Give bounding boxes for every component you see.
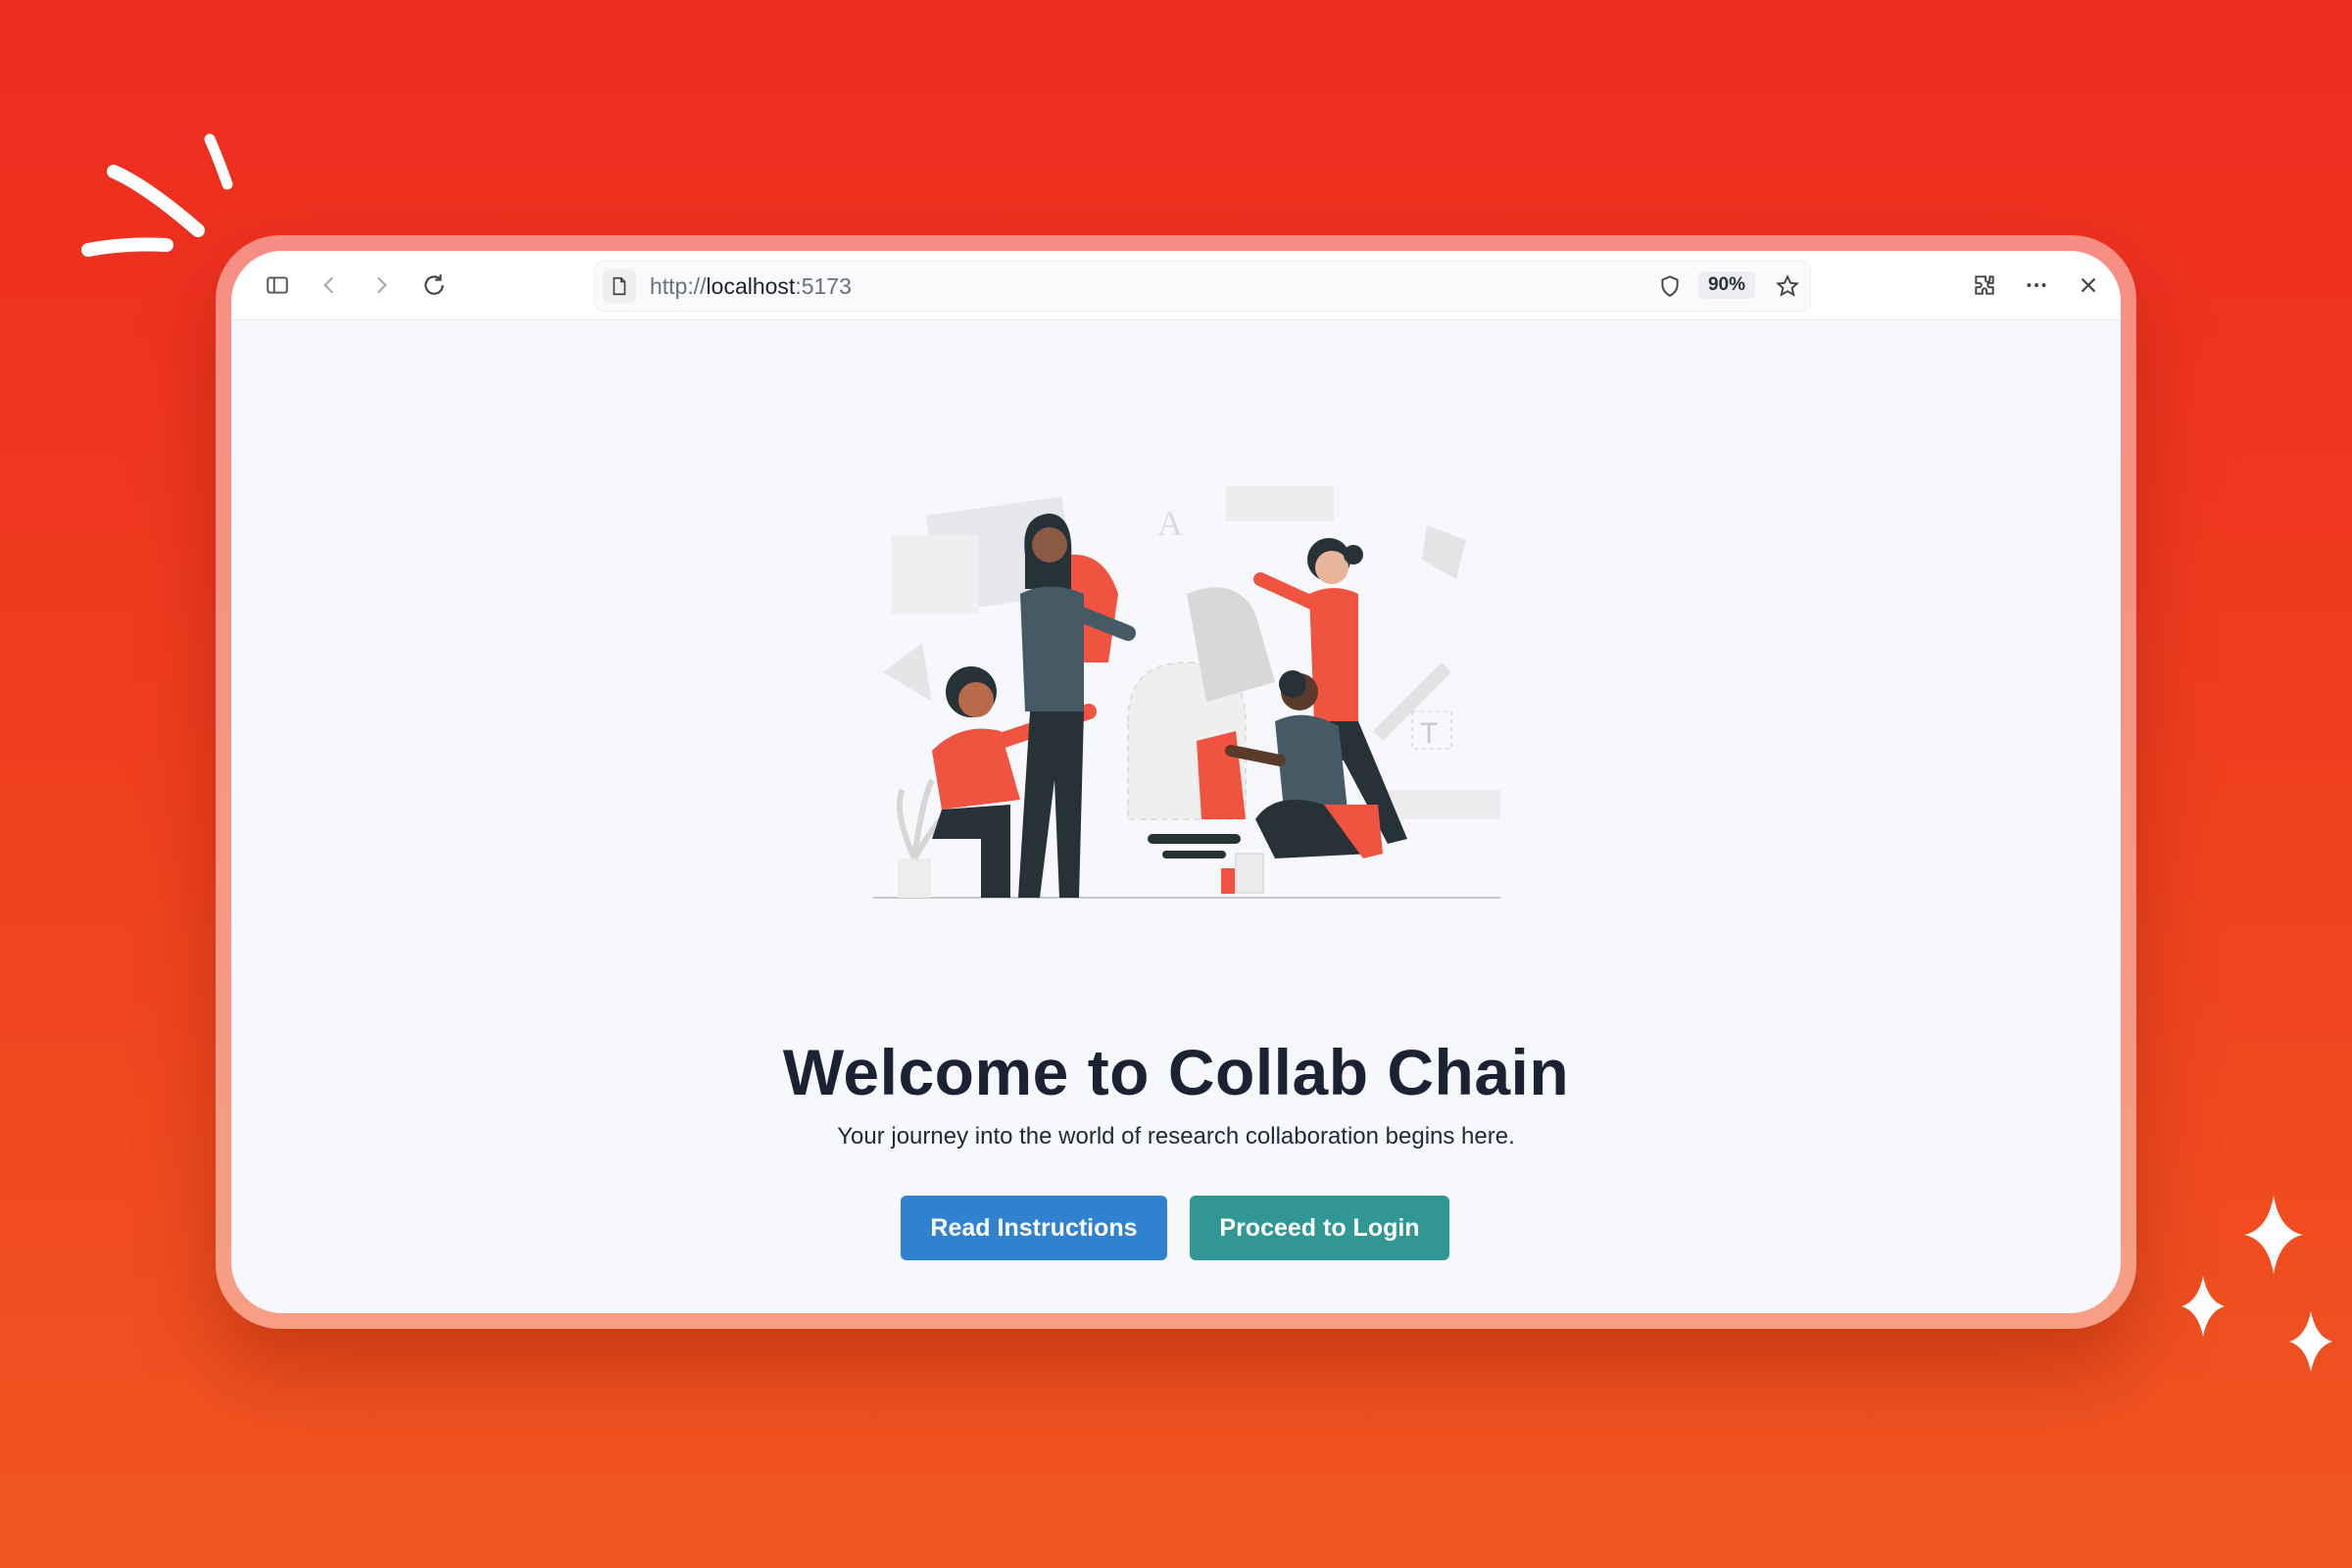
forward-icon[interactable] [365,269,398,302]
browser-window-frame: http://localhost:5173 90% A T Welcome to… [216,235,2136,1329]
team-puzzle-illustration: A T [873,486,1500,899]
svg-text:T: T [1420,717,1438,750]
reload-icon[interactable] [417,269,451,302]
star-icon[interactable] [1771,270,1804,303]
url-host: localhost [706,273,796,299]
read-instructions-button[interactable]: Read Instructions [901,1196,1167,1260]
page-title: Welcome to Collab Chain [782,1036,1570,1108]
sparkle-lines-decoration [81,133,233,257]
page-subtitle: Your journey into the world of research … [837,1123,1515,1150]
url-text: http://localhost:5173 [650,273,852,300]
shield-icon[interactable] [1653,270,1687,303]
url-port: :5173 [795,273,852,299]
svg-text:A: A [1157,504,1183,543]
close-icon[interactable] [2072,269,2105,302]
stars-decoration [2181,1196,2332,1372]
sidebar-icon[interactable] [261,269,294,302]
back-icon[interactable] [313,269,346,302]
page-icon [603,270,636,303]
proceed-to-login-button[interactable]: Proceed to Login [1190,1196,1449,1260]
more-icon[interactable] [2020,269,2053,302]
browser-window: http://localhost:5173 90% A T Welcome to… [231,251,2121,1313]
extensions-icon[interactable] [1968,269,2001,302]
zoom-badge[interactable]: 90% [1697,271,1755,299]
address-bar[interactable]: http://localhost:5173 90% [594,261,1811,312]
url-scheme: http:// [650,273,707,299]
page-content: A T Welcome to Collab Chain Your journey… [231,319,2121,1313]
browser-toolbar: http://localhost:5173 90% [231,251,2121,320]
